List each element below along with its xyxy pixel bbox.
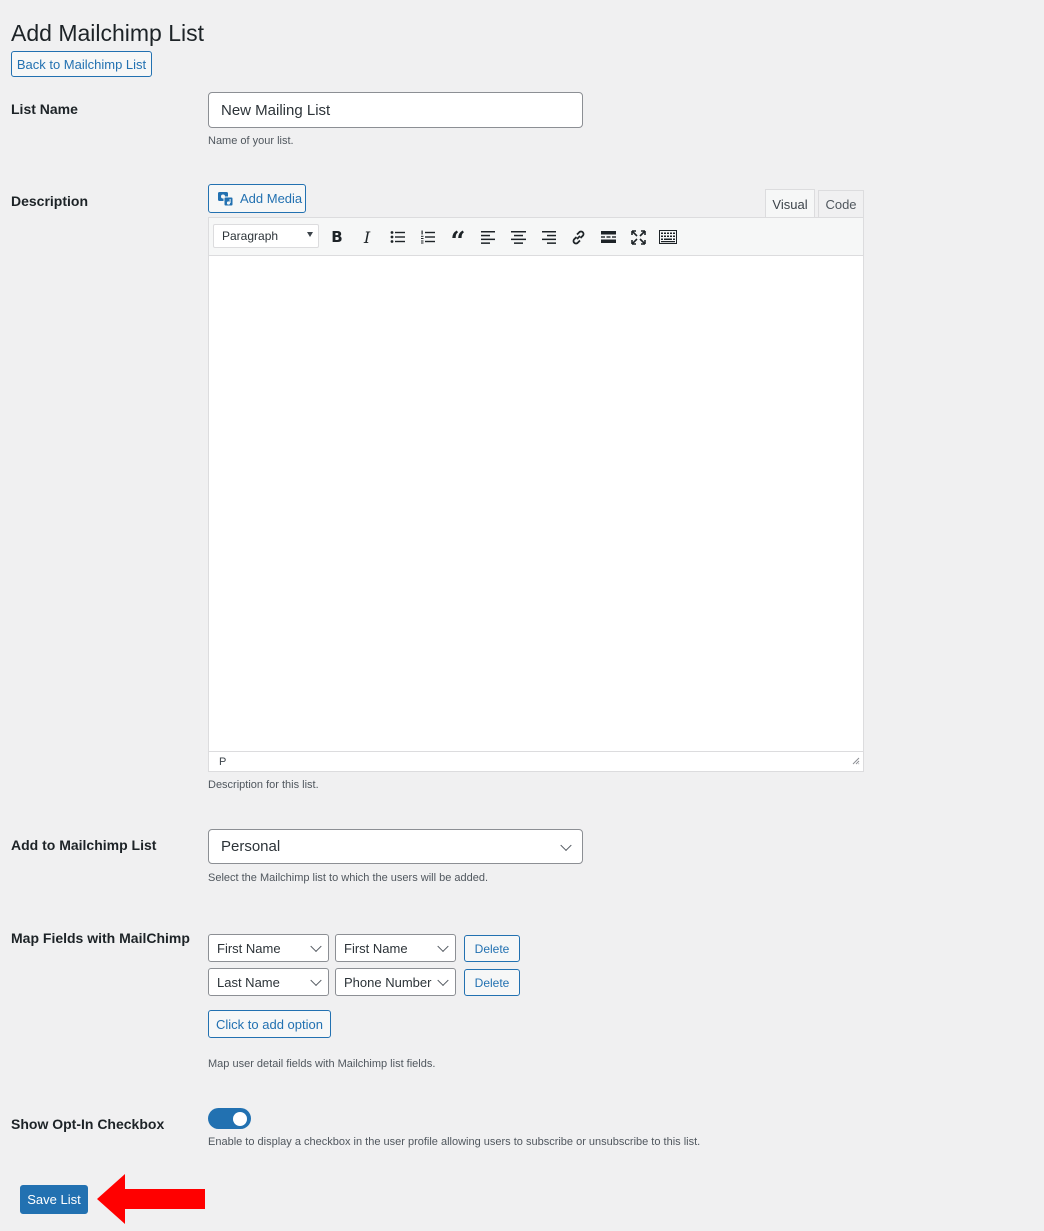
numbered-list-icon[interactable] [417, 226, 439, 248]
chevron-down-icon [437, 974, 449, 987]
user-field-value: Last Name [217, 974, 280, 990]
red-arrow-icon [95, 1172, 207, 1231]
media-icon [217, 191, 234, 207]
map-fields-label: Map Fields with MailChimp [11, 930, 190, 946]
link-icon[interactable] [567, 226, 589, 248]
delete-mapping-button[interactable]: Delete [464, 969, 520, 996]
chevron-down-icon [310, 974, 322, 987]
opt-in-help: Enable to display a checkbox in the user… [208, 1136, 701, 1148]
editor-statusbar: P [208, 751, 864, 772]
resize-handle-icon[interactable] [852, 756, 860, 768]
chevron-down-icon [437, 940, 449, 953]
list-name-help: Name of your list. [208, 135, 294, 147]
description-help: Description for this list. [208, 779, 319, 791]
list-name-label: List Name [11, 101, 78, 117]
chevron-down-icon [560, 839, 572, 851]
user-field-select[interactable]: Last Name [208, 968, 329, 996]
mailchimp-list-select[interactable]: Personal [208, 829, 583, 864]
list-name-input[interactable]: New Mailing List [208, 92, 583, 128]
format-select-value: Paragraph [222, 229, 279, 243]
align-right-icon[interactable] [537, 226, 559, 248]
fullscreen-icon[interactable] [627, 226, 649, 248]
opt-in-label: Show Opt-In Checkbox [11, 1116, 165, 1132]
add-media-label: Add Media [240, 191, 303, 206]
align-center-icon[interactable] [507, 226, 529, 248]
element-path[interactable]: P [219, 756, 226, 768]
editor-toolbar: Paragraph B I “ [208, 217, 864, 256]
blockquote-icon[interactable]: “ [447, 226, 469, 255]
tab-code[interactable]: Code [818, 190, 864, 218]
mailchimp-field-value: First Name [344, 940, 408, 956]
read-more-icon[interactable] [597, 226, 619, 248]
toolbar-toggle-icon[interactable] [657, 226, 679, 248]
description-editor[interactable] [208, 256, 864, 752]
mailchimp-list-value: Personal [221, 838, 281, 855]
chevron-down-icon [310, 940, 322, 953]
bullet-list-icon[interactable] [387, 226, 409, 248]
mailchimp-list-help: Select the Mailchimp list to which the u… [208, 872, 489, 884]
mailchimp-field-select[interactable]: First Name [335, 934, 456, 962]
align-left-icon[interactable] [477, 226, 499, 248]
mailchimp-field-select[interactable]: Phone Number [335, 968, 456, 996]
mailchimp-list-label: Add to Mailchimp List [11, 837, 157, 853]
mailchimp-field-value: Phone Number [344, 974, 432, 990]
page-title: Add Mailchimp List [11, 20, 205, 46]
delete-mapping-button[interactable]: Delete [464, 935, 520, 962]
bold-icon[interactable]: B [326, 226, 348, 248]
dropdown-triangle-icon [307, 232, 313, 237]
italic-icon[interactable]: I [356, 226, 378, 248]
tab-visual[interactable]: Visual [765, 189, 815, 218]
toggle-knob [233, 1111, 247, 1126]
user-field-value: First Name [217, 940, 281, 956]
description-label: Description [11, 193, 89, 209]
back-to-list-button[interactable]: Back to Mailchimp List [11, 51, 152, 77]
add-option-button[interactable]: Click to add option [208, 1010, 331, 1038]
opt-in-toggle[interactable] [208, 1108, 251, 1129]
format-select[interactable]: Paragraph [213, 224, 319, 248]
user-field-select[interactable]: First Name [208, 934, 329, 962]
add-media-button[interactable]: Add Media [208, 184, 306, 213]
map-fields-help: Map user detail fields with Mailchimp li… [208, 1058, 436, 1070]
save-list-button[interactable]: Save List [20, 1185, 88, 1214]
